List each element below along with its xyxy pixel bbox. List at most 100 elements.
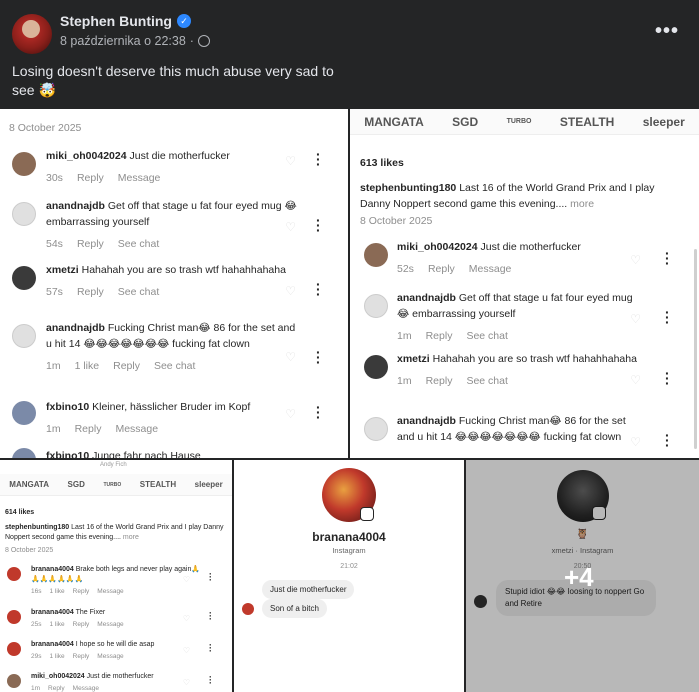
- commenter-avatar[interactable]: [12, 324, 36, 348]
- reply-button[interactable]: Reply: [73, 587, 90, 597]
- comment-more-icon[interactable]: · · ·: [316, 147, 321, 171]
- commenter-avatar[interactable]: [7, 674, 21, 688]
- author-avatar[interactable]: [12, 14, 52, 54]
- like-heart-icon[interactable]: ♡: [630, 435, 641, 449]
- commenter-avatar[interactable]: [364, 355, 388, 379]
- see-chat-button[interactable]: See chat: [466, 328, 507, 344]
- like-heart-icon[interactable]: ♡: [183, 646, 190, 655]
- like-heart-icon[interactable]: ♡: [630, 312, 641, 326]
- comment-likes[interactable]: 1 like: [49, 620, 64, 630]
- profile-name[interactable]: branana4004: [234, 530, 464, 544]
- caption-username[interactable]: stephenbunting180: [360, 182, 456, 194]
- reply-button[interactable]: Reply: [77, 236, 104, 252]
- like-heart-icon[interactable]: ♡: [285, 154, 296, 168]
- reply-button[interactable]: Reply: [77, 284, 104, 300]
- comment-more-icon[interactable]: · · ·: [209, 609, 212, 624]
- reply-button[interactable]: Reply: [73, 652, 90, 662]
- more-link[interactable]: more: [123, 534, 139, 541]
- comment-username[interactable]: branana4004: [31, 566, 74, 573]
- more-link[interactable]: more: [570, 198, 594, 210]
- comment-username[interactable]: fxbino10: [46, 450, 89, 458]
- comment-username[interactable]: miki_oh0042024: [31, 673, 85, 680]
- like-heart-icon[interactable]: ♡: [183, 575, 190, 584]
- caption-username[interactable]: stephenbunting180: [5, 524, 69, 531]
- comment-username[interactable]: anandnajdb: [46, 322, 105, 334]
- comment-username[interactable]: miki_oh0042024: [397, 241, 478, 253]
- reply-button[interactable]: Reply: [77, 170, 104, 186]
- reply-button[interactable]: Reply: [73, 620, 90, 630]
- likes-count[interactable]: 614 likes: [5, 509, 34, 516]
- like-heart-icon[interactable]: ♡: [630, 373, 641, 387]
- like-heart-icon[interactable]: ♡: [183, 614, 190, 623]
- comment-username[interactable]: branana4004: [31, 609, 74, 616]
- comment-likes[interactable]: 1 like: [75, 358, 100, 374]
- message-button[interactable]: Message: [97, 620, 123, 630]
- comment-more-icon[interactable]: · · ·: [665, 366, 670, 390]
- comment-more-icon[interactable]: · · ·: [316, 213, 321, 237]
- message-button[interactable]: Message: [97, 587, 123, 597]
- comment-likes[interactable]: 1 like: [49, 652, 64, 662]
- comment-more-icon[interactable]: · · ·: [665, 305, 670, 329]
- photo-tile-5[interactable]: 🦉 xmetzi · Instagram 20:50 Stupid idiot …: [466, 460, 699, 692]
- more-options-button[interactable]: •••: [655, 20, 679, 43]
- comment-more-icon[interactable]: · · ·: [316, 400, 321, 424]
- see-chat-button[interactable]: See chat: [118, 236, 159, 252]
- comment-more-icon[interactable]: · · ·: [316, 277, 321, 301]
- like-heart-icon[interactable]: ♡: [183, 678, 190, 687]
- commenter-avatar[interactable]: [7, 567, 21, 581]
- photo-tile-2[interactable]: MANGATA SGD TURBO STEALTH sleeper 613 li…: [350, 109, 699, 458]
- comment-username[interactable]: xmetzi: [397, 353, 430, 365]
- comment-username[interactable]: branana4004: [31, 641, 74, 648]
- message-button[interactable]: Message: [115, 421, 158, 437]
- reply-button[interactable]: Reply: [48, 684, 65, 692]
- commenter-avatar[interactable]: [364, 243, 388, 267]
- see-chat-button[interactable]: See chat: [118, 284, 159, 300]
- comment-likes[interactable]: 1 like: [49, 587, 64, 597]
- message-button[interactable]: Message: [469, 261, 512, 277]
- reply-button[interactable]: Reply: [426, 373, 453, 389]
- photo-tile-4[interactable]: branana4004 Instagram 21:02 Just die mot…: [234, 460, 464, 692]
- more-photos-overlay[interactable]: +4: [466, 460, 699, 692]
- comment-more-icon[interactable]: · · ·: [665, 428, 670, 452]
- see-chat-button[interactable]: See chat: [466, 373, 507, 389]
- comment-more-icon[interactable]: · · ·: [316, 345, 321, 369]
- like-heart-icon[interactable]: ♡: [285, 350, 296, 364]
- message-button[interactable]: Message: [118, 170, 161, 186]
- commenter-avatar[interactable]: [12, 266, 36, 290]
- scrollbar[interactable]: [694, 249, 697, 449]
- comment-username[interactable]: xmetzi: [46, 264, 79, 276]
- like-heart-icon[interactable]: ♡: [285, 220, 296, 234]
- comment-username[interactable]: miki_oh0042024: [46, 150, 127, 162]
- reply-button[interactable]: Reply: [426, 328, 453, 344]
- comment-username[interactable]: anandnajdb: [397, 292, 456, 304]
- comment-username[interactable]: fxbino10: [46, 401, 89, 413]
- post-timestamp[interactable]: 8 października o 22:38: [60, 34, 186, 48]
- commenter-avatar[interactable]: [12, 202, 36, 226]
- commenter-avatar[interactable]: [12, 448, 36, 458]
- photo-tile-1[interactable]: 8 October 2025 miki_oh0042024 Just die m…: [0, 109, 348, 458]
- like-heart-icon[interactable]: ♡: [285, 284, 296, 298]
- commenter-avatar[interactable]: [364, 294, 388, 318]
- photo-tile-3[interactable]: Andy Fich MANGATA SGD TURBO STEALTH slee…: [0, 460, 232, 692]
- commenter-avatar[interactable]: [12, 152, 36, 176]
- likes-count[interactable]: 613 likes: [360, 157, 404, 169]
- like-heart-icon[interactable]: ♡: [630, 253, 641, 267]
- comment-username[interactable]: anandnajdb: [46, 200, 105, 212]
- like-heart-icon[interactable]: ♡: [285, 407, 296, 421]
- reply-button[interactable]: Reply: [113, 358, 140, 374]
- commenter-avatar[interactable]: [7, 610, 21, 624]
- more-photos-count[interactable]: +4: [564, 562, 594, 593]
- comment-more-icon[interactable]: · · ·: [209, 570, 212, 585]
- author-name[interactable]: Stephen Bunting: [60, 13, 172, 29]
- comment-more-icon[interactable]: · · ·: [665, 246, 670, 270]
- comment-more-icon[interactable]: · · ·: [209, 673, 212, 688]
- comment-username[interactable]: anandnajdb: [397, 415, 456, 427]
- commenter-avatar[interactable]: [7, 642, 21, 656]
- reply-button[interactable]: Reply: [428, 261, 455, 277]
- reply-button[interactable]: Reply: [75, 421, 102, 437]
- message-button[interactable]: Message: [97, 652, 123, 662]
- globe-icon[interactable]: [197, 35, 210, 47]
- message-button[interactable]: Message: [73, 684, 99, 692]
- see-chat-button[interactable]: See chat: [154, 358, 195, 374]
- commenter-avatar[interactable]: [12, 401, 36, 425]
